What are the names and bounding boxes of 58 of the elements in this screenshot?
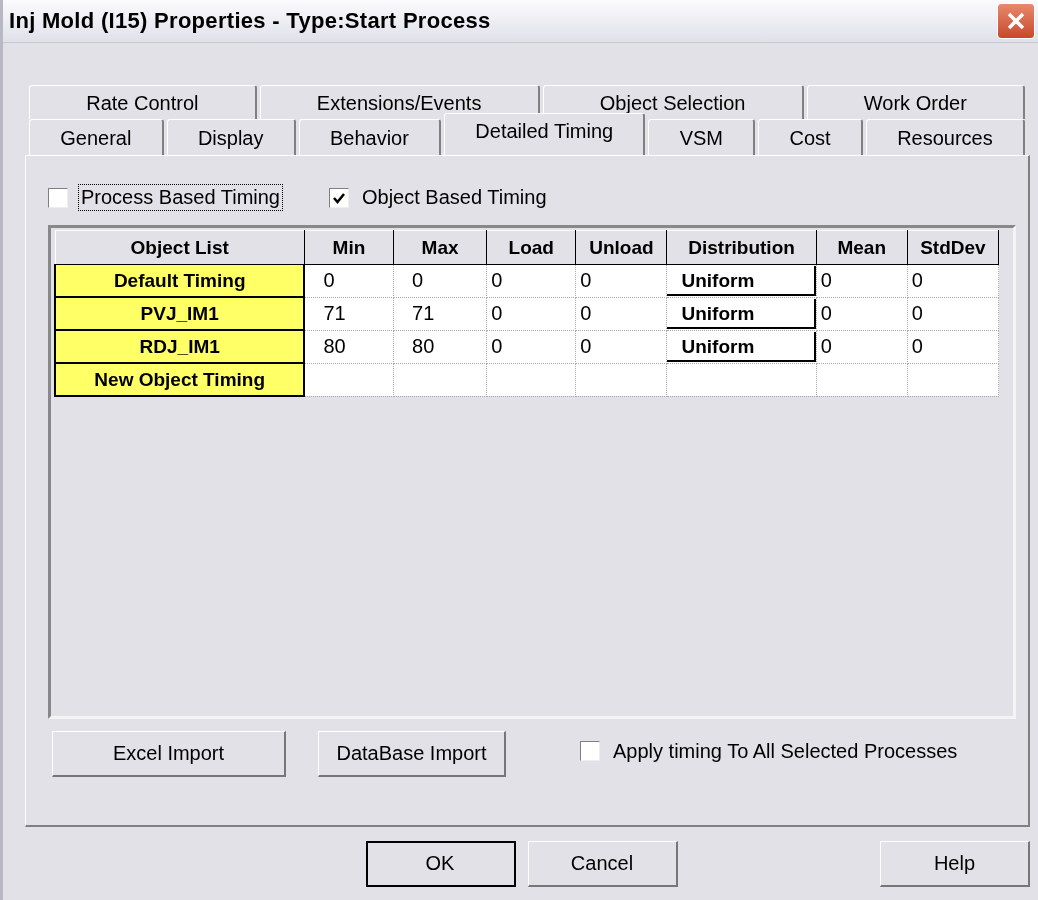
table-cell-text: 80 (322, 335, 346, 358)
row-header[interactable]: RDJ_IM1 (55, 330, 305, 363)
table-cell-text: 0 (910, 335, 923, 358)
cancel-button[interactable]: Cancel (527, 841, 678, 887)
tab[interactable]: General (29, 119, 164, 155)
row-header[interactable]: New Object Timing (55, 363, 305, 396)
table-cell-text: 0 (411, 269, 424, 293)
table-cell-text: 0 (579, 269, 592, 293)
table-cell-text: 0 (819, 269, 832, 293)
window-title: Inj Mold (I15) Properties - Type:Start Process (9, 8, 491, 34)
table-cell-text: 0 (819, 302, 832, 325)
row-header[interactable]: PVJ_IM1 (55, 297, 305, 330)
table-cell-text: 0 (579, 335, 592, 358)
import-button[interactable]: DataBase Import (318, 731, 506, 777)
column-header[interactable]: Distribution (666, 230, 817, 265)
table-cell-text: 80 (411, 335, 435, 358)
table-cell-text: 0 (819, 335, 832, 358)
distribution-dropdown[interactable]: Uniform (667, 265, 816, 296)
tab[interactable]: Behavior (298, 119, 442, 155)
table-cell-text: 0 (322, 269, 335, 293)
tab[interactable]: Display (166, 119, 296, 155)
tab[interactable]: VSM (648, 119, 756, 155)
distribution-dropdown[interactable]: Uniform (667, 298, 816, 329)
table-cell-text: 0 (910, 269, 923, 293)
ok-button[interactable]: OK (365, 841, 516, 887)
table-cell-text: 71 (411, 302, 435, 325)
checkbox[interactable] (329, 187, 349, 208)
table-cell-text: 0 (490, 335, 503, 358)
table-cell-text: 0 (490, 302, 503, 325)
checkbox[interactable] (580, 741, 600, 761)
tab[interactable]: Detailed Timing (444, 113, 646, 155)
tab[interactable]: Rate Control (29, 85, 257, 119)
table-cell-text: 0 (490, 269, 503, 293)
close-button[interactable] (997, 3, 1035, 39)
help-button[interactable]: Help (880, 841, 1030, 887)
column-header[interactable]: Load (486, 230, 576, 265)
tab[interactable]: Object Selection (542, 85, 804, 119)
import-button[interactable]: Excel Import (52, 731, 286, 777)
checkbox-label[interactable]: Process Based Timing (78, 184, 283, 211)
table-cell-text: 0 (579, 302, 592, 325)
table-cell-text: 0 (910, 302, 923, 325)
column-header[interactable]: Min (304, 230, 394, 265)
tab[interactable]: Extensions/Events (259, 85, 540, 119)
row-header[interactable]: Default Timing (55, 264, 305, 297)
column-header[interactable]: StdDev (907, 230, 999, 265)
checkbox-label[interactable]: Apply timing To All Selected Processes (610, 737, 961, 765)
column-header[interactable]: Unload (575, 230, 667, 265)
distribution-dropdown[interactable]: Uniform (667, 331, 816, 362)
checkbox-label[interactable]: Object Based Timing (359, 184, 550, 211)
column-header[interactable]: Max (393, 230, 487, 265)
column-header[interactable]: Mean (816, 230, 908, 265)
tab[interactable]: Resources (865, 119, 1025, 155)
close-icon (1005, 10, 1027, 32)
tab[interactable]: Work Order (806, 85, 1025, 119)
tab[interactable]: Cost (758, 119, 863, 155)
table-cell-text: 71 (322, 302, 346, 325)
column-header[interactable]: Object List (55, 230, 305, 265)
checkbox[interactable] (48, 187, 68, 208)
